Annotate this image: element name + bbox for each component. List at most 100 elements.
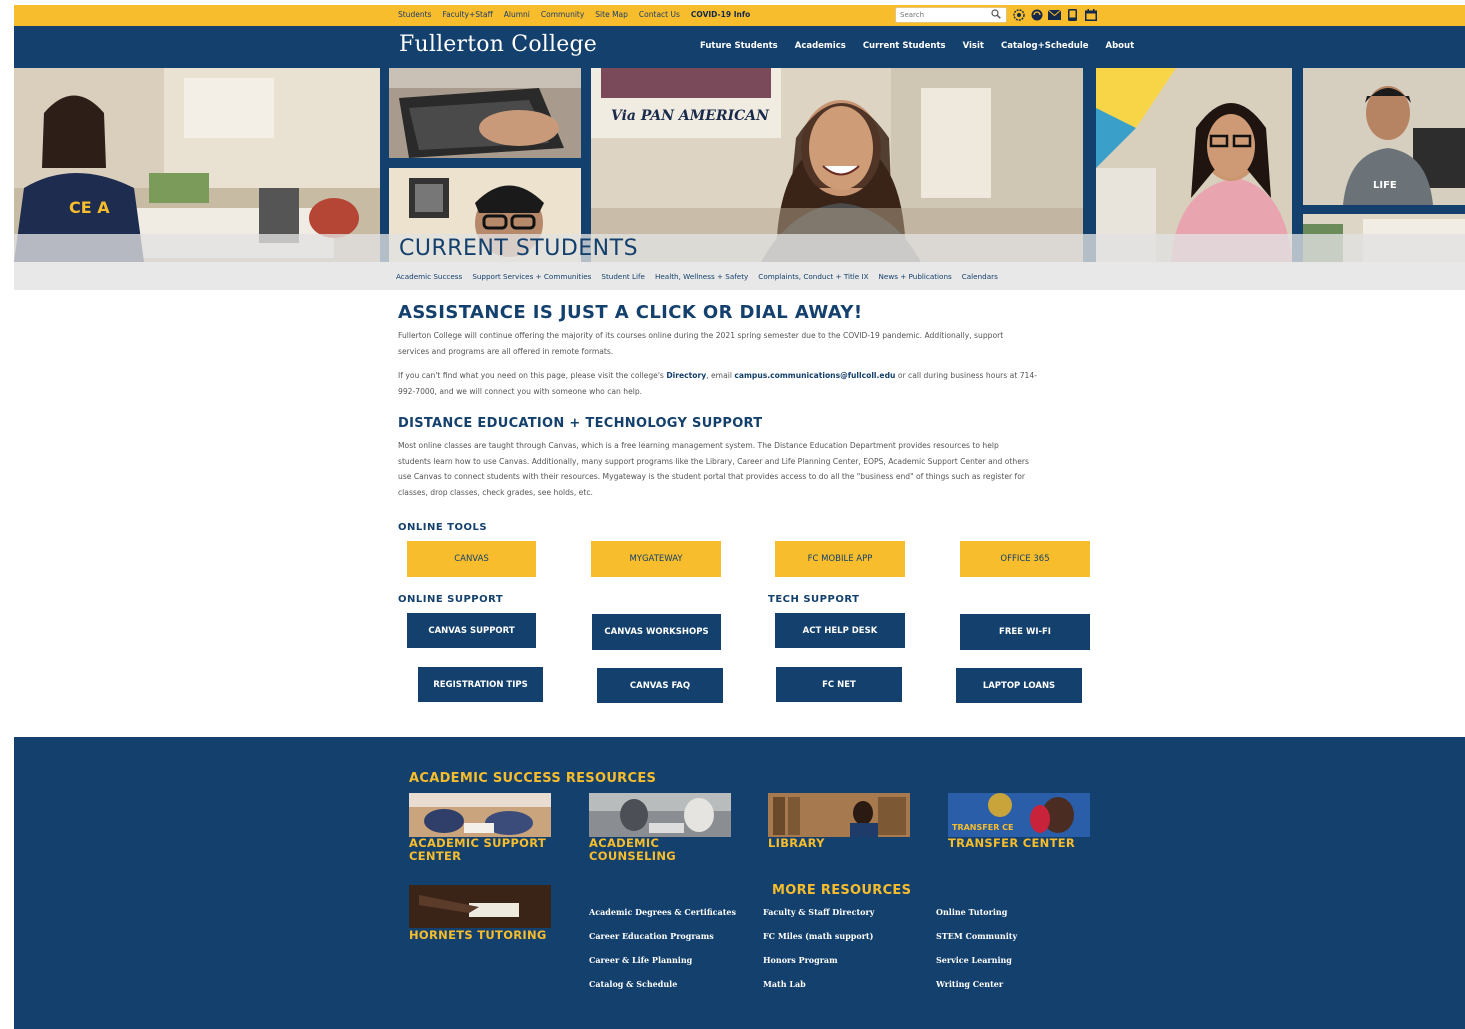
hero-poster-text: Via PAN AMERICAN <box>611 108 769 124</box>
academic-counseling-line-1: ACADEMIC <box>589 836 660 850</box>
more-resources-heading: MORE RESOURCES <box>772 883 912 898</box>
subnav-complaints-conduct[interactable]: Complaints, Conduct + Title IX <box>758 272 868 281</box>
section-subnav: Academic Success Support Services + Comm… <box>14 262 1465 290</box>
site-logo[interactable]: Fullerton College <box>399 32 597 57</box>
accessibility-icon[interactable] <box>1012 8 1025 21</box>
academic-counseling-image[interactable] <box>589 793 731 837</box>
academic-counseling-link[interactable]: ACADEMIC COUNSELING <box>589 837 676 862</box>
page-title: CURRENT STUDENTS <box>399 236 639 261</box>
distance-line-4: classes, drop classes, check grades, see… <box>398 487 593 497</box>
subnav-academic-success[interactable]: Academic Success <box>396 272 462 281</box>
nav-visit[interactable]: Visit <box>963 41 984 51</box>
hero-title-band: CURRENT STUDENTS <box>14 234 1465 262</box>
utility-link-alumni[interactable]: Alumni <box>504 10 530 19</box>
translate-icon[interactable] <box>1030 8 1043 21</box>
office-365-button[interactable]: OFFICE 365 <box>960 541 1090 577</box>
subnav-calendars[interactable]: Calendars <box>962 272 998 281</box>
canvas-support-button[interactable]: CANVAS SUPPORT <box>407 613 536 648</box>
hero-photo-smiling-student: Via PAN AMERICAN <box>591 68 1083 262</box>
mygateway-button[interactable]: MYGATEWAY <box>591 541 721 577</box>
fc-net-button[interactable]: FC NET <box>776 667 902 702</box>
hornets-tutoring-link[interactable]: HORNETS TUTORING <box>409 929 547 942</box>
main-headline: ASSISTANCE IS JUST A CLICK OR DIAL AWAY! <box>398 302 863 323</box>
utility-icons <box>1012 8 1097 21</box>
search-icon[interactable] <box>991 9 1001 19</box>
link-fc-miles[interactable]: FC Miles (math support) <box>763 931 873 941</box>
online-support-label: ONLINE SUPPORT <box>398 594 504 605</box>
utility-link-students[interactable]: Students <box>398 10 431 19</box>
link-writing-center[interactable]: Writing Center <box>936 979 1003 989</box>
distance-education-heading: DISTANCE EDUCATION + TECHNOLOGY SUPPORT <box>398 416 763 431</box>
act-help-desk-button[interactable]: ACT HELP DESK <box>775 613 905 648</box>
nav-catalog-schedule[interactable]: Catalog+Schedule <box>1001 41 1089 51</box>
contact-text-post: or call during business hours at 714- <box>895 371 1037 380</box>
link-stem-community[interactable]: STEM Community <box>936 931 1017 941</box>
link-career-life-planning[interactable]: Career & Life Planning <box>589 955 692 965</box>
hero-photo-student-desk: CE A <box>14 68 380 262</box>
distance-line-3: use Canvas to connect students with thei… <box>398 472 1025 481</box>
contact-line-2: 992-7000, and we will connect you with s… <box>398 386 643 396</box>
free-wifi-button[interactable]: FREE WI-FI <box>960 614 1090 650</box>
hero-photo-student-pink <box>1096 68 1292 262</box>
nav-current-students[interactable]: Current Students <box>863 41 946 51</box>
academic-support-center-image[interactable] <box>409 793 551 837</box>
utility-link-covid-info[interactable]: COVID-19 Info <box>691 10 750 19</box>
distance-paragraph: Most online classes are taught through C… <box>398 438 1098 500</box>
canvas-workshops-button[interactable]: CANVAS WORKSHOPS <box>592 614 721 650</box>
tech-support-label: TECH SUPPORT <box>768 594 860 605</box>
phone-icon[interactable] <box>1066 8 1079 21</box>
link-faculty-staff-directory[interactable]: Faculty & Staff Directory <box>763 907 874 917</box>
hornets-tutoring-image[interactable] <box>409 885 551 928</box>
academic-success-resources-heading: ACADEMIC SUCCESS RESOURCES <box>409 771 657 786</box>
subnav-health-wellness[interactable]: Health, Wellness + Safety <box>655 272 748 281</box>
utility-link-contact-us[interactable]: Contact Us <box>639 10 680 19</box>
contact-text-mid: , email <box>706 371 735 380</box>
link-catalog-schedule[interactable]: Catalog & Schedule <box>589 979 677 989</box>
fc-mobile-app-button[interactable]: FC MOBILE APP <box>775 541 905 577</box>
academic-support-center-link[interactable]: ACADEMIC SUPPORT CENTER <box>409 837 546 862</box>
distance-line-1: Most online classes are taught through C… <box>398 441 999 450</box>
hero-photo-young-man: LIFE <box>1303 68 1465 205</box>
canvas-button[interactable]: CANVAS <box>407 541 536 577</box>
mail-icon[interactable] <box>1048 8 1061 21</box>
contact-text-pre: If you can't find what you need on this … <box>398 371 667 380</box>
transfer-center-link[interactable]: TRANSFER CENTER <box>948 837 1075 850</box>
svg-text:CE A: CE A <box>69 198 110 217</box>
utility-bar: Students Faculty+Staff Alumni Community … <box>14 5 1465 26</box>
main-nav: Future Students Academics Current Studen… <box>700 41 1134 51</box>
directory-link[interactable]: Directory <box>666 371 706 380</box>
nav-future-students[interactable]: Future Students <box>700 41 778 51</box>
library-link[interactable]: LIBRARY <box>768 837 825 850</box>
link-academic-degrees[interactable]: Academic Degrees & Certificates <box>589 907 736 917</box>
utility-link-faculty-staff[interactable]: Faculty+Staff <box>442 10 492 19</box>
nav-academics[interactable]: Academics <box>795 41 846 51</box>
link-online-tutoring[interactable]: Online Tutoring <box>936 907 1007 917</box>
transfer-center-image[interactable]: TRANSFER CE <box>948 793 1090 837</box>
hero-photo-laptop <box>389 68 581 158</box>
nav-about[interactable]: About <box>1106 41 1135 51</box>
calendar-icon[interactable] <box>1084 8 1097 21</box>
subnav-news-publications[interactable]: News + Publications <box>879 272 952 281</box>
hero-banner: CE A Via PAN AMERICAN LIFE CURRENT STUDE… <box>14 68 1465 262</box>
utility-link-site-map[interactable]: Site Map <box>595 10 628 19</box>
contact-paragraph: If you can't find what you need on this … <box>398 368 1098 399</box>
link-math-lab[interactable]: Math Lab <box>763 979 806 989</box>
svg-text:LIFE: LIFE <box>1373 180 1397 191</box>
subnav-student-life[interactable]: Student Life <box>601 272 645 281</box>
library-image[interactable] <box>768 793 910 837</box>
laptop-loans-button[interactable]: LAPTOP LOANS <box>956 668 1082 703</box>
subnav-support-services[interactable]: Support Services + Communities <box>472 272 591 281</box>
intro-line-1: Fullerton College will continue offering… <box>398 331 1004 340</box>
email-link[interactable]: campus.communications@fullcoll.edu <box>734 371 895 380</box>
intro-line-2: services and programs are all offered in… <box>398 346 614 356</box>
link-career-education[interactable]: Career Education Programs <box>589 931 714 941</box>
academic-support-center-line-2: CENTER <box>409 848 462 863</box>
footer-resources <box>14 737 1465 1029</box>
link-honors-program[interactable]: Honors Program <box>763 955 838 965</box>
contact-line-1: If you can't find what you need on this … <box>398 368 1098 384</box>
registration-tips-button[interactable]: REGISTRATION TIPS <box>418 667 543 702</box>
canvas-faq-button[interactable]: CANVAS FAQ <box>597 668 723 703</box>
link-service-learning[interactable]: Service Learning <box>936 955 1012 965</box>
intro-paragraph: Fullerton College will continue offering… <box>398 328 1098 359</box>
utility-link-community[interactable]: Community <box>541 10 584 19</box>
